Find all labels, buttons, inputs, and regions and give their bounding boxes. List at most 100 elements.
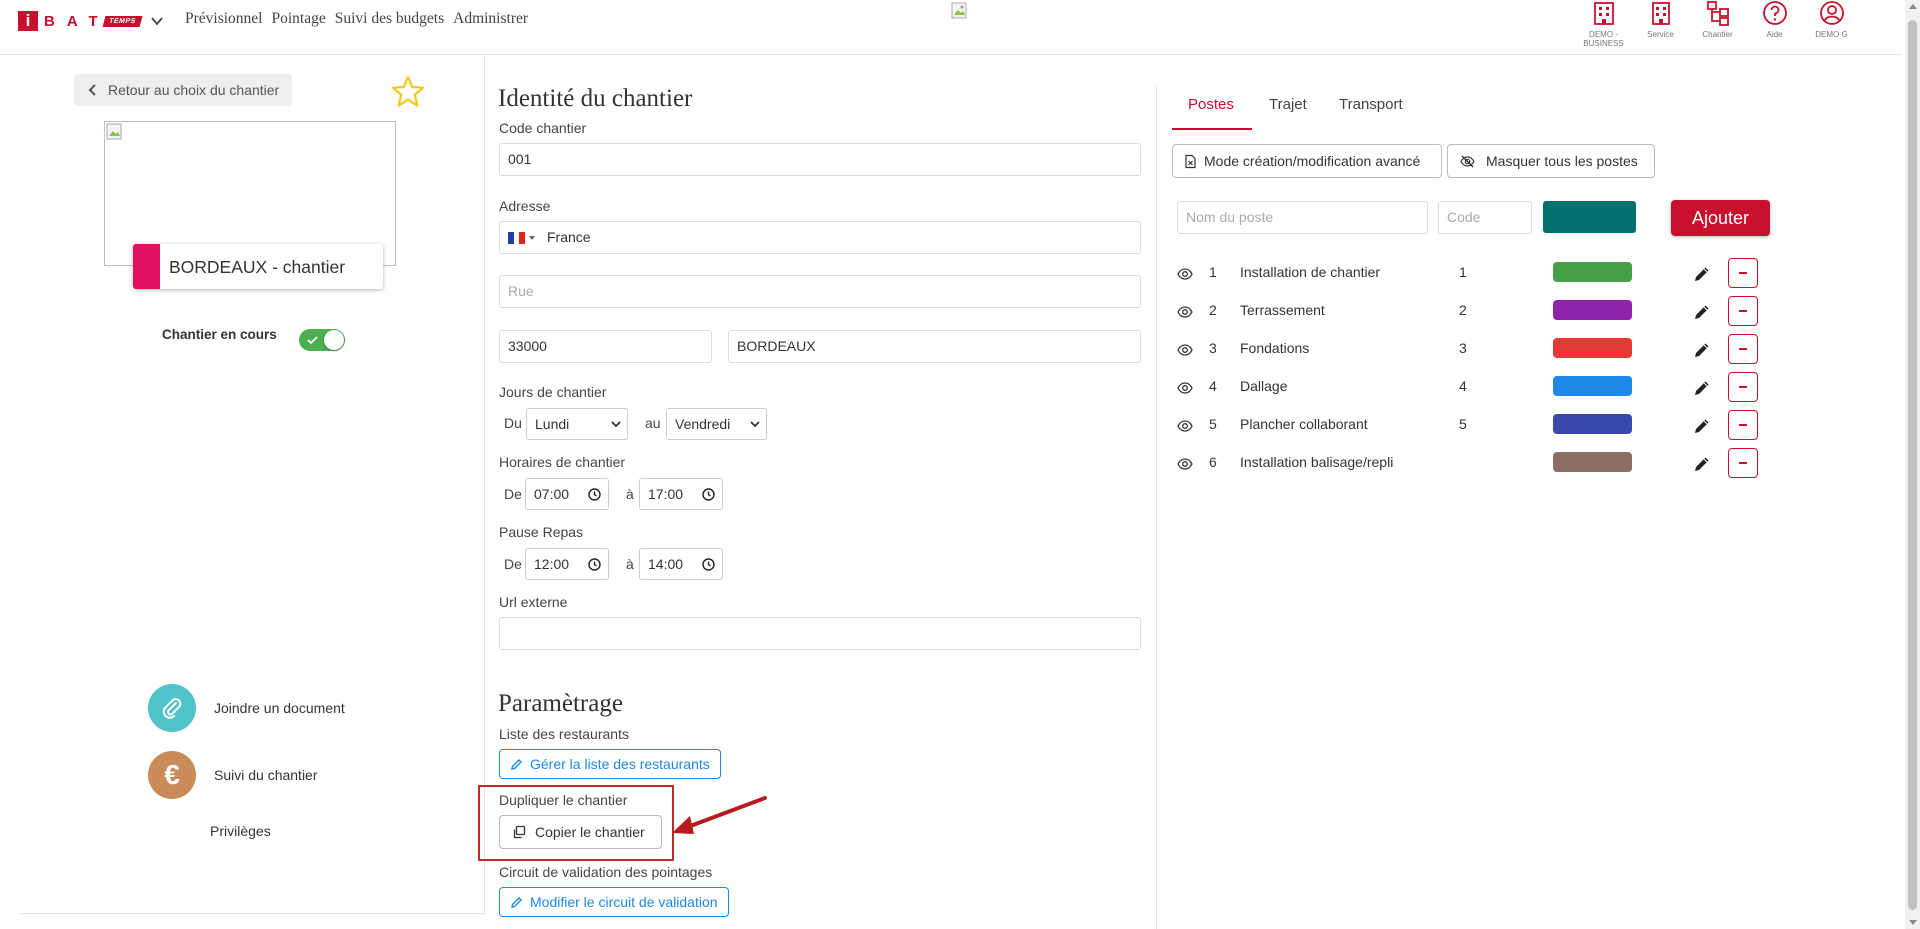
break-to-input[interactable]: 14:00 [639, 548, 723, 580]
chevron-down-icon[interactable] [150, 14, 164, 28]
eye-icon[interactable] [1177, 382, 1193, 394]
day-to-value: Vendredi [675, 416, 731, 432]
advanced-mode-label: Mode création/modification avancé [1204, 153, 1421, 169]
caret-down-icon[interactable] [529, 236, 535, 241]
hours-to-input[interactable]: 17:00 [639, 478, 723, 510]
city-input[interactable]: BORDEAUX [728, 330, 1141, 363]
site-name-card: BORDEAUX - chantier [133, 244, 383, 289]
poste-color-chip[interactable] [1553, 262, 1632, 282]
delete-poste-button[interactable] [1728, 372, 1758, 402]
eye-icon[interactable] [1177, 306, 1193, 318]
site-follow-up-action[interactable]: € Suivi du chantier [148, 751, 318, 799]
favorite-star-icon[interactable] [390, 74, 426, 110]
country-input[interactable]: France [499, 221, 1141, 254]
delete-poste-button[interactable] [1728, 296, 1758, 326]
pencil-icon[interactable] [1692, 454, 1712, 474]
break-from-prefix: De [504, 556, 522, 572]
hours-from-value: 07:00 [534, 486, 570, 502]
poste-name-input[interactable]: Nom du poste [1177, 201, 1428, 234]
attach-document-action[interactable]: Joindre un document [148, 684, 345, 732]
postal-code-input[interactable]: 33000 [499, 330, 712, 363]
pencil-icon[interactable] [1692, 302, 1712, 322]
eye-icon[interactable] [1177, 458, 1193, 470]
poste-color-chip[interactable] [1553, 300, 1632, 320]
eye-icon[interactable] [1177, 420, 1193, 432]
poste-color-chip[interactable] [1553, 414, 1632, 434]
validation-circuit-label: Circuit de validation des pointages [499, 864, 713, 880]
poste-label: Fondations [1240, 340, 1310, 356]
delete-poste-button[interactable] [1728, 334, 1758, 364]
site-status-toggle[interactable] [299, 329, 345, 351]
app-logo[interactable]: i BAT TEMPS [18, 11, 164, 31]
top-icon-user[interactable]: DEMO G [1803, 0, 1860, 48]
clock-icon[interactable] [702, 558, 715, 571]
delete-poste-button[interactable] [1728, 410, 1758, 440]
scroll-up-arrow[interactable] [1909, 4, 1917, 9]
break-to-prefix: à [626, 556, 634, 572]
edit-validation-circuit-button[interactable]: Modifier le circuit de validation [499, 887, 729, 917]
back-to-site-choice-button[interactable]: Retour au choix du chantier [74, 74, 293, 106]
break-from-input[interactable]: 12:00 [525, 548, 609, 580]
top-icon-chantier[interactable]: Chantier [1689, 0, 1746, 48]
poste-color-chip[interactable] [1553, 452, 1632, 472]
top-icon-aide[interactable]: Aide [1746, 0, 1803, 48]
scrollbar-thumb[interactable] [1908, 20, 1917, 910]
top-icon-label: Aide [1766, 30, 1783, 39]
add-poste-button[interactable]: Ajouter [1671, 200, 1770, 236]
poste-code-input[interactable]: Code [1438, 201, 1532, 234]
tab-trajet[interactable]: Trajet [1269, 96, 1307, 113]
manage-restaurants-button[interactable]: Gérer la liste des restaurants [499, 749, 721, 779]
eye-icon[interactable] [1177, 344, 1193, 356]
top-bar: i BAT TEMPS Prévisionnel Pointage Suivi … [0, 0, 1902, 55]
sitemap-icon [1706, 1, 1729, 26]
site-identity-title: Identité du chantier [498, 85, 693, 112]
poste-color-chip[interactable] [1553, 338, 1632, 358]
privileges-link[interactable]: Privilèges [210, 823, 271, 839]
settings-title: Paramètrage [498, 690, 623, 717]
external-url-input[interactable] [499, 617, 1141, 650]
menu-item-suivi-budgets[interactable]: Suivi des budgets [335, 10, 444, 28]
main-menu: Prévisionnel Pointage Suivi des budgets … [185, 10, 528, 28]
day-from-select[interactable]: Lundi [526, 408, 628, 440]
top-icon-label: Chantier [1702, 30, 1733, 39]
pencil-icon [511, 897, 522, 908]
pencil-icon[interactable] [1692, 378, 1712, 398]
pencil-icon[interactable] [1692, 264, 1712, 284]
days-to-prefix: au [645, 415, 661, 431]
top-icon-company[interactable]: DEMO - BUSINESS [1575, 0, 1632, 48]
pencil-icon[interactable] [1692, 340, 1712, 360]
clock-icon[interactable] [588, 558, 601, 571]
clock-icon[interactable] [702, 488, 715, 501]
poste-number: 3 [1209, 340, 1217, 356]
chevron-down-icon [611, 421, 621, 428]
check-icon [307, 336, 318, 345]
delete-poste-button[interactable] [1728, 258, 1758, 288]
break-from-value: 12:00 [534, 556, 570, 572]
user-circle-icon [1819, 1, 1844, 25]
menu-item-previsionnel[interactable]: Prévisionnel [185, 10, 263, 28]
poste-code: 3 [1459, 340, 1467, 356]
site-hours-label: Horaires de chantier [499, 454, 626, 470]
day-to-select[interactable]: Vendredi [666, 408, 767, 440]
tab-transport[interactable]: Transport [1339, 96, 1403, 113]
hours-from-input[interactable]: 07:00 [525, 478, 609, 510]
delete-poste-button[interactable] [1728, 448, 1758, 478]
advanced-mode-button[interactable]: Mode création/modification avancé [1172, 144, 1442, 178]
poste-number: 6 [1209, 454, 1217, 470]
pencil-icon[interactable] [1692, 416, 1712, 436]
scroll-down-arrow[interactable] [1909, 920, 1917, 925]
paperclip-icon [148, 684, 196, 732]
top-icon-service[interactable]: Service [1632, 0, 1689, 48]
poste-color-picker[interactable] [1543, 201, 1636, 233]
poste-color-chip[interactable] [1553, 376, 1632, 396]
eye-icon[interactable] [1177, 268, 1193, 280]
hide-all-postes-button[interactable]: Masquer tous les postes [1447, 144, 1655, 178]
clock-icon[interactable] [588, 488, 601, 501]
street-input[interactable]: Rue [499, 275, 1141, 308]
logo-tag: TEMPS [102, 15, 142, 27]
menu-item-pointage[interactable]: Pointage [272, 10, 326, 28]
tab-postes[interactable]: Postes [1188, 96, 1234, 113]
menu-item-administrer[interactable]: Administrer [453, 10, 528, 28]
site-code-input[interactable]: 001 [499, 143, 1141, 176]
page-scrollbar[interactable] [1905, 0, 1920, 929]
